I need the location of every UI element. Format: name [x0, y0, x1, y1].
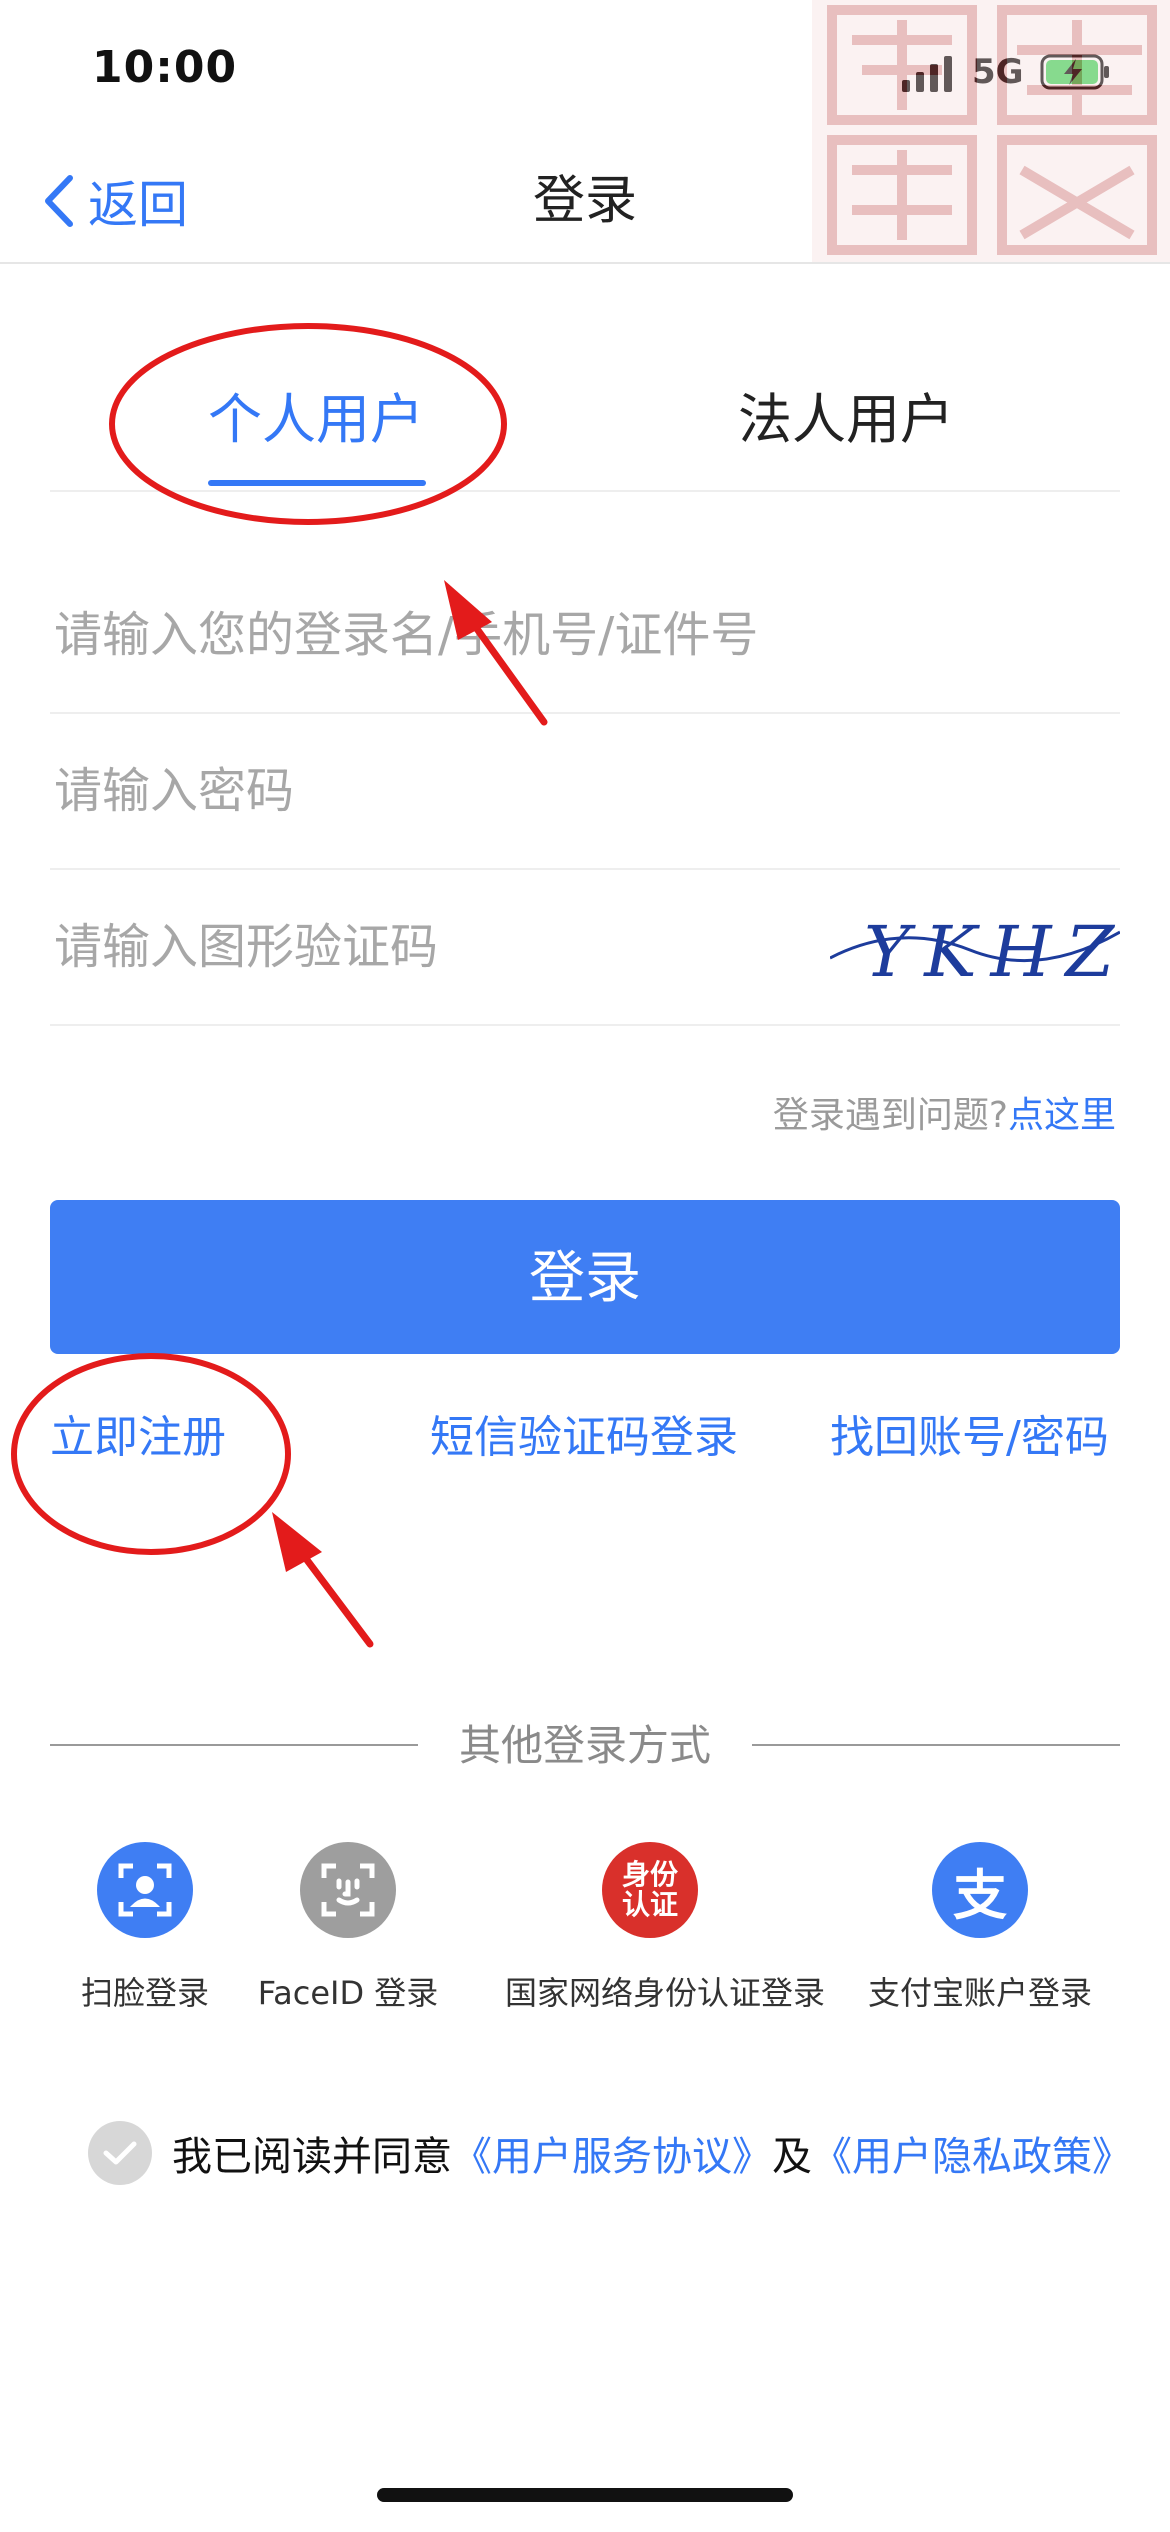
login-help: 登录遇到问题?点这里 [773, 1086, 1116, 1138]
captcha-field-row: YKHZ [50, 868, 1120, 1026]
agreement-prefix: 我已阅读并同意 [172, 2134, 452, 2180]
sms-login-link[interactable]: 短信验证码登录 [430, 1400, 738, 1476]
username-input[interactable] [52, 594, 836, 676]
captcha-image[interactable]: YKHZ [830, 892, 1120, 1002]
national-id-label: 国家网络身份认证登录 [505, 1974, 826, 2012]
home-indicator[interactable] [377, 2488, 793, 2502]
login-button[interactable]: 登录 [50, 1200, 1120, 1354]
alipay-icon: 支 [932, 1842, 1028, 1938]
faceid-icon [300, 1842, 396, 1938]
other-login-title: 其他登录方式 [458, 1721, 711, 1770]
username-field-row [50, 556, 1120, 714]
active-tab-indicator [208, 480, 426, 486]
user-type-tabs: 个人用户 法人用户 [50, 330, 1120, 492]
password-field-row [50, 712, 1120, 870]
login-help-text: 登录遇到问题? [772, 1095, 1008, 1136]
captcha-text: YKHZ [864, 911, 1120, 993]
faceid-login[interactable]: FaceID 登录 [203, 1842, 493, 2014]
tab-personal-user[interactable]: 个人用户 [146, 380, 486, 460]
terms-link[interactable]: 《用户服务协议》 [452, 2124, 772, 2182]
alipay-login[interactable]: 支 支付宝账户登录 [835, 1842, 1125, 2014]
alipay-label: 支付宝账户登录 [867, 1974, 1092, 2012]
annotation-arrow-register [272, 1512, 374, 1648]
faceid-label: FaceID 登录 [257, 1974, 439, 2012]
agreement-row: 我已阅读并同意 《用户服务协议》及《用户隐私政策》 [88, 2118, 1132, 2188]
face-scan-icon [97, 1842, 193, 1938]
login-help-link[interactable]: 点这里 [1008, 1095, 1116, 1136]
password-input[interactable] [52, 750, 836, 832]
captcha-input[interactable] [52, 906, 756, 988]
national-id-icon-text: 身份认证 [621, 1858, 678, 1921]
page-title: 登录 [532, 171, 637, 231]
register-link[interactable]: 立即注册 [50, 1400, 226, 1476]
agreement-conjunction: 及 [772, 2134, 812, 2180]
agree-checkbox[interactable] [88, 2121, 152, 2185]
alipay-icon-text: 支 [953, 1863, 1007, 1927]
national-id-login[interactable]: 身份认证 国家网络身份认证登录 [505, 1842, 826, 2014]
status-time: 10:00 [92, 42, 238, 93]
tab-corporate-user[interactable]: 法人用户 [676, 380, 1016, 460]
privacy-link[interactable]: 《用户隐私政策》 [812, 2124, 1132, 2182]
recover-account-link[interactable]: 找回账号/密码 [830, 1400, 1109, 1476]
national-id-icon: 身份认证 [602, 1842, 698, 1938]
checkmark-icon [103, 2141, 137, 2165]
